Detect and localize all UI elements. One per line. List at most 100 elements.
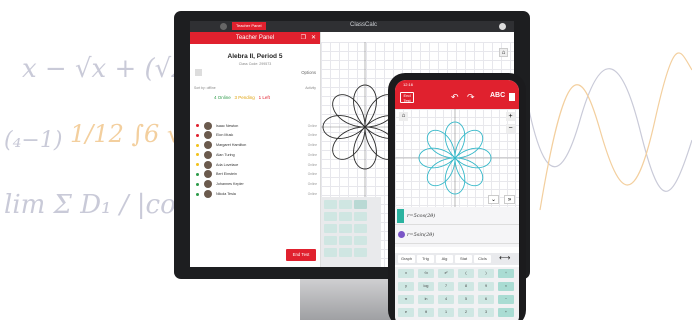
background-math-2: (₄−1) — [4, 128, 63, 153]
keypad-key[interactable]: 1 — [438, 308, 454, 317]
student-name: Bert Einstein — [216, 172, 237, 177]
keypad-key[interactable]: 7 — [438, 282, 454, 291]
zoom-out-button[interactable]: − — [506, 124, 515, 133]
keypad-key[interactable]: ( — [458, 269, 474, 278]
keypad-key[interactable]: 4 — [438, 295, 454, 304]
keypad-key[interactable]: 8 — [458, 282, 474, 291]
options-button[interactable]: Options — [301, 70, 316, 75]
key[interactable] — [324, 248, 337, 257]
key[interactable] — [324, 212, 337, 221]
key[interactable] — [339, 212, 352, 221]
key[interactable] — [354, 200, 367, 209]
arrow-keys[interactable]: ⟷ — [499, 253, 510, 262]
delete-icon[interactable] — [509, 93, 515, 101]
key[interactable] — [339, 200, 352, 209]
student-row[interactable]: Nikola Tesla Online — [190, 190, 321, 200]
home-icon[interactable]: ⌂ — [499, 48, 508, 57]
left-count[interactable]: 1 Left — [259, 95, 270, 100]
teacher-panel-tab[interactable]: Teacher Panel — [232, 22, 266, 30]
app-name: ClassCalc — [350, 22, 378, 28]
student-row[interactable]: Bert Einstein Online — [190, 170, 321, 180]
student-status: Online — [307, 162, 317, 167]
keypad-key[interactable]: y — [398, 282, 414, 291]
keypad-key[interactable]: 5 — [458, 295, 474, 304]
keypad-key[interactable]: − — [498, 295, 514, 304]
keypad-tab[interactable]: Alg — [436, 255, 453, 263]
redo-icon[interactable]: ↷ — [467, 92, 475, 103]
student-status: Online — [307, 133, 317, 138]
student-row[interactable]: Isaac Newton Online — [190, 121, 321, 131]
student-name: Nikola Tesla — [216, 192, 236, 197]
status-dot — [196, 172, 199, 176]
keypad-key[interactable]: 3 — [478, 308, 494, 317]
end-test-button[interactable]: End Test — [286, 249, 316, 261]
collapse-button[interactable]: ⌄ — [488, 195, 499, 204]
student-row[interactable]: Alan Turing Online — [190, 150, 321, 160]
keypad-key[interactable]: 2 — [458, 308, 474, 317]
key[interactable] — [324, 200, 337, 209]
keypad-key[interactable]: √x — [418, 269, 434, 278]
student-row[interactable]: Johannes Kepler Online — [190, 180, 321, 190]
student-row[interactable]: Margaret Hamilton Online — [190, 141, 321, 151]
popout-icon[interactable]: ❐ — [301, 32, 306, 44]
key[interactable] — [339, 224, 352, 233]
avatar — [204, 180, 212, 189]
app-top-bar: Teacher Panel ClassCalc — [190, 21, 514, 32]
student-status: Online — [307, 182, 317, 187]
sort-label[interactable]: Sort by: offline — [194, 86, 216, 90]
keypad-tab[interactable]: Stat — [455, 255, 472, 263]
status-dot — [196, 163, 199, 167]
close-icon[interactable]: ✕ — [311, 32, 316, 44]
keypad-key[interactable]: e — [398, 308, 414, 317]
expression-row[interactable]: r=5sin(2θ) — [395, 226, 519, 244]
keypad-key[interactable]: log — [418, 282, 434, 291]
student-row[interactable]: Elon Musk Online — [190, 131, 321, 141]
student-list: Isaac Newton Online Elon Musk Online Margare… — [190, 121, 321, 199]
keypad-key[interactable]: 9 — [478, 282, 494, 291]
keypad-key[interactable]: ) — [478, 269, 494, 278]
avatar — [204, 131, 212, 140]
key[interactable] — [354, 236, 367, 245]
key[interactable] — [324, 224, 337, 233]
keypad-tab[interactable]: Clcls — [474, 255, 491, 263]
student-row[interactable]: Ada Lovelace Online — [190, 160, 321, 170]
key[interactable] — [324, 236, 337, 245]
zoom-in-button[interactable]: + — [506, 112, 515, 121]
home-icon[interactable]: ⌂ — [399, 112, 408, 121]
end-test-line-2: Test — [403, 97, 411, 103]
keypad-key[interactable]: + — [498, 308, 514, 317]
keypad-tab[interactable]: Graph — [398, 255, 415, 263]
phone-keypad: x √x x² () ÷ y log 7 8 9 × π ln 4 5 6− e θ 1 2 3 + — [395, 267, 519, 320]
keypad-key[interactable]: ln — [418, 295, 434, 304]
student-name: Johannes Kepler — [216, 182, 244, 187]
keypad-key[interactable]: × — [498, 282, 514, 291]
key[interactable] — [354, 212, 367, 221]
activity-label: Activity — [305, 86, 316, 90]
undo-icon[interactable]: ↶ — [451, 92, 459, 103]
key[interactable] — [354, 224, 367, 233]
key[interactable] — [339, 248, 352, 257]
keypad-tab[interactable]: Trig — [417, 255, 434, 263]
online-count[interactable]: 4 Online — [214, 95, 231, 100]
expand-button[interactable]: » — [504, 195, 515, 204]
status-bar: 12:16 — [395, 80, 519, 89]
expression-color-dot — [398, 231, 405, 238]
keypad-key[interactable]: π — [398, 295, 414, 304]
keypad-key[interactable]: x² — [438, 269, 454, 278]
student-status: Online — [307, 152, 317, 157]
student-status: Online — [307, 172, 317, 177]
end-test-button[interactable]: End Test — [400, 92, 414, 103]
keypad-key[interactable]: 6 — [478, 295, 494, 304]
key[interactable] — [354, 248, 367, 257]
keypad-key[interactable]: x — [398, 269, 414, 278]
expression-text: r=5sin(2θ) — [407, 232, 435, 238]
key[interactable] — [339, 236, 352, 245]
keypad-key[interactable]: θ — [418, 308, 434, 317]
pending-count[interactable]: 3 Pending — [235, 95, 255, 100]
keypad-key[interactable]: ÷ — [498, 269, 514, 278]
settings-icon[interactable] — [195, 69, 202, 76]
help-icon[interactable] — [499, 23, 506, 30]
expression-row[interactable]: r=5cos(2θ) — [395, 207, 519, 225]
abc-button[interactable]: ABC — [490, 92, 505, 99]
phone-graph-canvas[interactable]: ⌂ + − ⌄ » — [395, 109, 519, 207]
